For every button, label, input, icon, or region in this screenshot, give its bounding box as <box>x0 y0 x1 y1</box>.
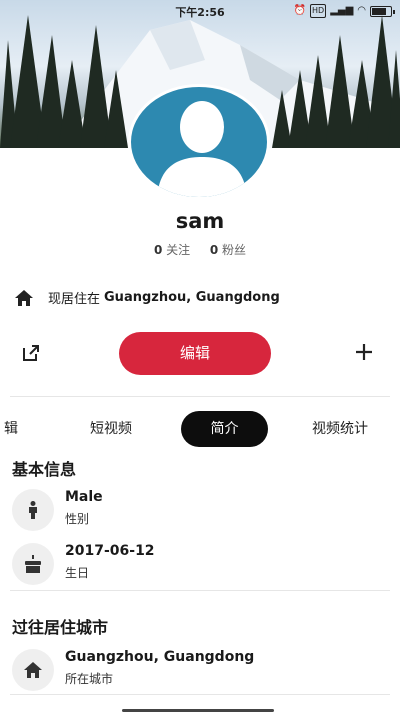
battery-icon <box>370 5 395 17</box>
basic-info-title: 基本信息 <box>12 460 77 479</box>
follow-stats: 0 关注 0 粉丝 <box>0 241 400 258</box>
tab-video-stats[interactable]: 视频统计 <box>298 411 382 447</box>
action-row: 编辑 <box>0 332 400 376</box>
tab-intro[interactable]: 简介 <box>181 411 268 447</box>
avatar[interactable] <box>128 84 270 200</box>
followers-label[interactable]: 粉丝 <box>222 243 246 257</box>
tab-short-video[interactable]: 短视频 <box>72 411 150 447</box>
person-icon <box>29 501 37 519</box>
divider <box>10 396 390 397</box>
info-row-city: Guangzhou, Guangdong 所在城市 <box>12 647 392 691</box>
current-residence: 现居住在 Guangzhou, Guangdong <box>14 288 280 307</box>
following-count[interactable]: 0 <box>154 243 162 257</box>
wifi-icon: ◠ <box>357 5 366 16</box>
divider <box>10 590 390 591</box>
hd-icon: HD <box>310 4 327 18</box>
tab-edit[interactable]: 辑 <box>0 411 22 447</box>
share-icon[interactable] <box>22 344 40 362</box>
birthday-value: 2017-06-12 <box>65 543 155 559</box>
profile-tabs: 辑 短视频 简介 视频统计 <box>0 411 400 449</box>
residence-city: Guangzhou, Guangdong <box>104 290 280 305</box>
info-row-gender: Male 性别 <box>12 487 392 531</box>
past-cities-title: 过往居住城市 <box>12 618 109 637</box>
birthday-label: 生日 <box>65 566 90 580</box>
divider <box>10 694 390 695</box>
signal-icon: ▂▄▆ <box>330 5 354 16</box>
username: sam <box>175 209 225 233</box>
city-label: 所在城市 <box>65 672 114 686</box>
residence-prefix: 现居住在 <box>48 292 101 307</box>
home-icon <box>15 289 33 306</box>
status-bar: 下午2:56 ⏰ HD ▂▄▆ ◠ <box>0 0 400 22</box>
status-icons: ⏰ HD ▂▄▆ ◠ <box>293 4 395 18</box>
city-value: Guangzhou, Guangdong <box>65 649 255 665</box>
followers-count[interactable]: 0 <box>210 243 218 257</box>
home-indicator <box>122 709 274 712</box>
gender-value: Male <box>65 489 103 505</box>
alarm-icon: ⏰ <box>293 5 306 16</box>
info-row-birthday: 2017-06-12 生日 <box>12 541 392 585</box>
add-icon[interactable] <box>354 342 374 362</box>
edit-button[interactable]: 编辑 <box>119 332 271 375</box>
cake-icon <box>25 555 41 573</box>
home-icon <box>24 662 42 678</box>
gender-label: 性别 <box>65 512 90 526</box>
following-label[interactable]: 关注 <box>166 243 190 257</box>
